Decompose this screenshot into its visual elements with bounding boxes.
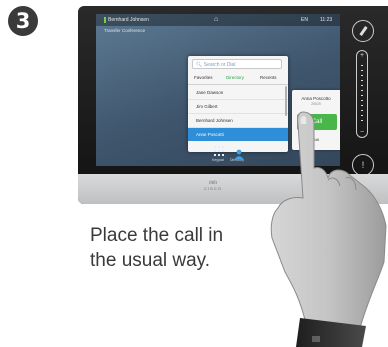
pointing-hand-illustration: [270, 111, 387, 347]
